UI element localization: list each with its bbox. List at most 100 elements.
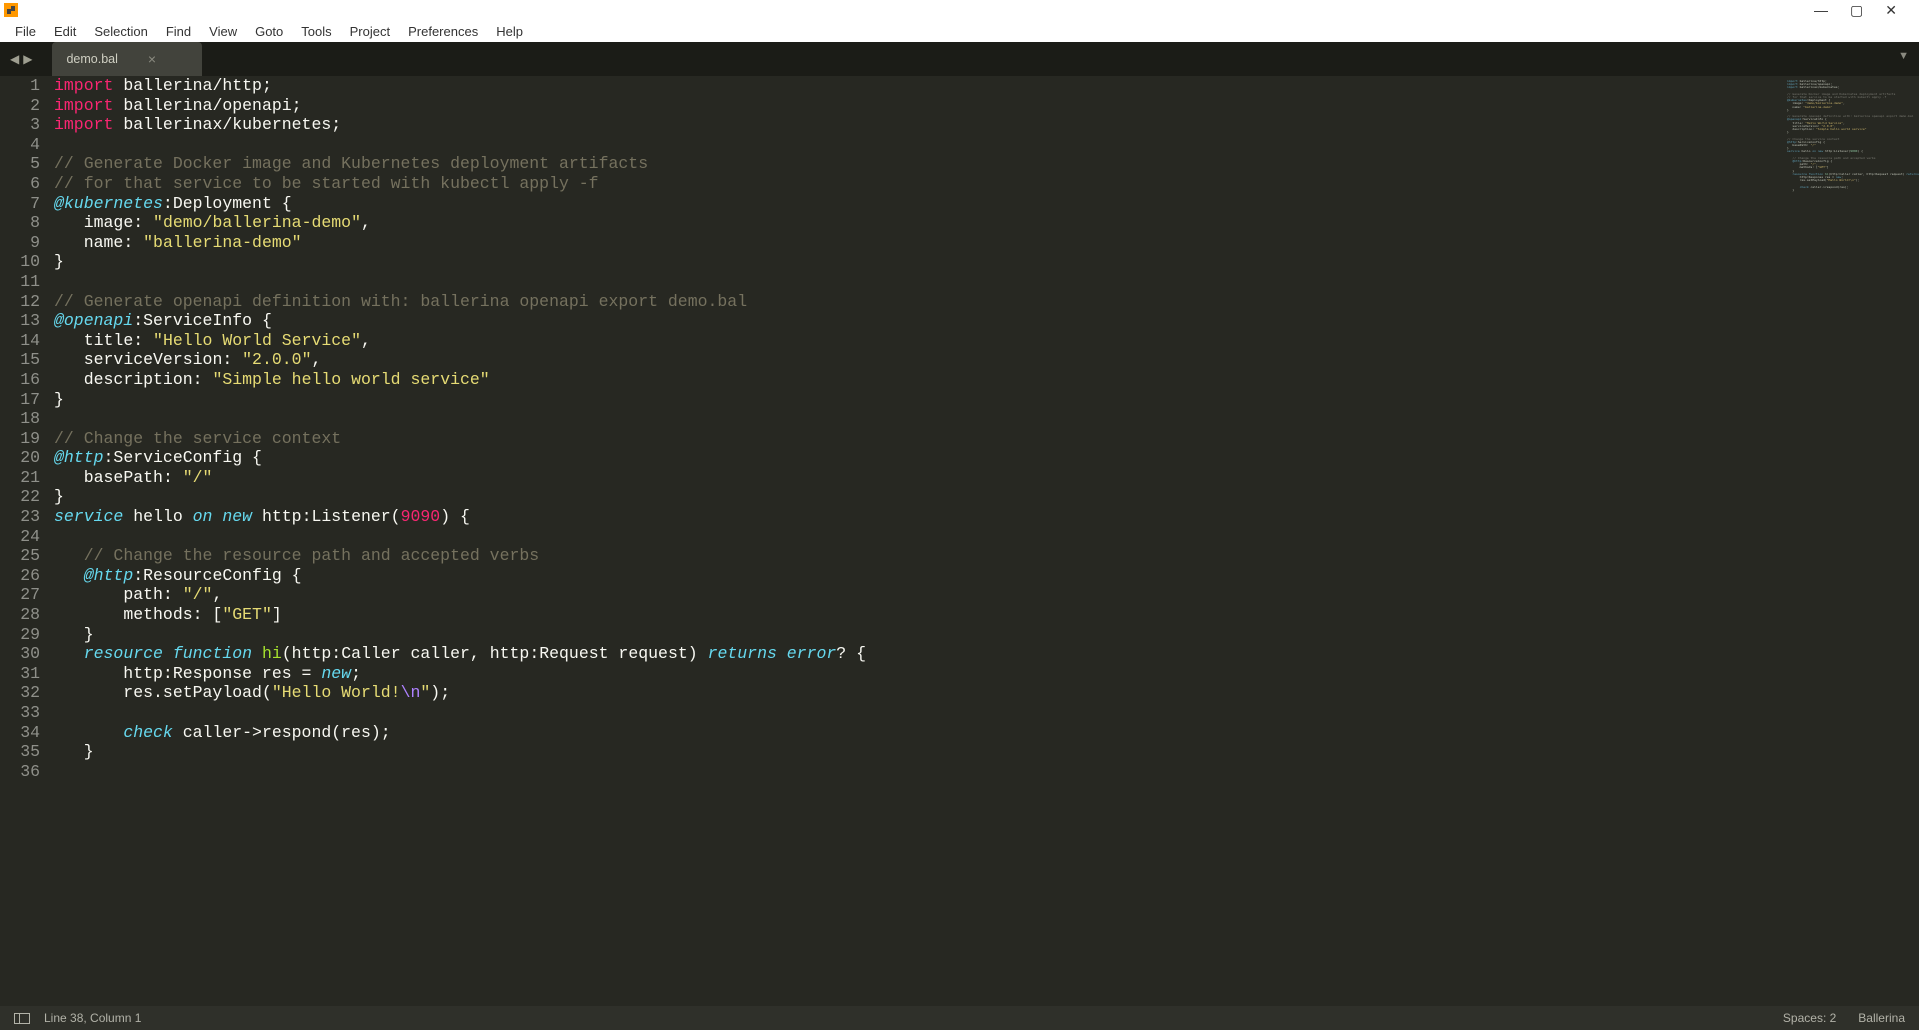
code-line[interactable]: // Change the service context: [54, 429, 1776, 449]
code-line[interactable]: [54, 272, 1776, 292]
line-number: 28: [0, 605, 40, 625]
menu-edit[interactable]: Edit: [45, 22, 85, 41]
line-number: 18: [0, 409, 40, 429]
code-line[interactable]: service hello on new http:Listener(9090)…: [54, 507, 1776, 527]
line-number: 31: [0, 664, 40, 684]
code-line[interactable]: import ballerinax/kubernetes;: [54, 115, 1776, 135]
app-logo-icon: [4, 3, 18, 17]
status-indentation[interactable]: Spaces: 2: [1783, 1011, 1836, 1025]
code-line[interactable]: basePath: "/": [54, 468, 1776, 488]
line-number: 26: [0, 566, 40, 586]
code-line[interactable]: methods: ["GET"]: [54, 605, 1776, 625]
status-bar: Line 38, Column 1 Spaces: 2 Ballerina: [0, 1006, 1919, 1030]
code-line[interactable]: // for that service to be started with k…: [54, 174, 1776, 194]
code-line[interactable]: [54, 703, 1776, 723]
code-line[interactable]: [54, 527, 1776, 547]
line-number: 25: [0, 546, 40, 566]
line-number: 11: [0, 272, 40, 292]
line-number: 34: [0, 723, 40, 743]
tab-demo-bal[interactable]: demo.bal ×: [52, 42, 202, 76]
line-number: 6: [0, 174, 40, 194]
menu-view[interactable]: View: [200, 22, 246, 41]
line-number: 9: [0, 233, 40, 253]
line-number: 10: [0, 252, 40, 272]
window-close-icon[interactable]: ✕: [1885, 3, 1897, 17]
line-number: 27: [0, 585, 40, 605]
minimap[interactable]: import ballerina/http;import ballerina/o…: [1784, 76, 1919, 1006]
code-line[interactable]: // Generate openapi definition with: bal…: [54, 292, 1776, 312]
code-line[interactable]: http:Response res = new;: [54, 664, 1776, 684]
code-line[interactable]: description: "Simple hello world service…: [54, 370, 1776, 390]
tab-history-forward-icon[interactable]: ▶: [23, 52, 32, 66]
code-line[interactable]: @kubernetes:Deployment {: [54, 194, 1776, 214]
code-line[interactable]: @http:ServiceConfig {: [54, 448, 1776, 468]
line-number: 35: [0, 742, 40, 762]
code-line[interactable]: res.setPayload("Hello World!\n");: [54, 683, 1776, 703]
tab-label: demo.bal: [66, 52, 117, 66]
code-line[interactable]: check caller->respond(res);: [54, 723, 1776, 743]
line-number: 16: [0, 370, 40, 390]
code-line[interactable]: [54, 409, 1776, 429]
line-number: 5: [0, 154, 40, 174]
line-number: 21: [0, 468, 40, 488]
tab-strip: ◀ ▶ demo.bal × ▼: [0, 42, 1919, 76]
menu-selection[interactable]: Selection: [85, 22, 156, 41]
line-number: 17: [0, 390, 40, 410]
line-number: 14: [0, 331, 40, 351]
code-line[interactable]: }: [54, 625, 1776, 645]
menu-bar: FileEditSelectionFindViewGotoToolsProjec…: [0, 20, 1919, 42]
menu-preferences[interactable]: Preferences: [399, 22, 487, 41]
status-cursor-position[interactable]: Line 38, Column 1: [44, 1011, 141, 1025]
code-line[interactable]: }: [54, 487, 1776, 507]
code-line[interactable]: image: "demo/ballerina-demo",: [54, 213, 1776, 233]
editor-area[interactable]: 1234567891011121314151617181920212223242…: [0, 76, 1919, 1006]
line-number: 24: [0, 527, 40, 547]
line-number: 1: [0, 76, 40, 96]
menu-find[interactable]: Find: [157, 22, 200, 41]
status-language[interactable]: Ballerina: [1858, 1011, 1905, 1025]
line-number: 12: [0, 292, 40, 312]
menu-file[interactable]: File: [6, 22, 45, 41]
code-line[interactable]: resource function hi(http:Caller caller,…: [54, 644, 1776, 664]
line-number: 22: [0, 487, 40, 507]
tab-close-icon[interactable]: ×: [148, 51, 156, 67]
menu-tools[interactable]: Tools: [292, 22, 340, 41]
menu-goto[interactable]: Goto: [246, 22, 292, 41]
line-number: 30: [0, 644, 40, 664]
tab-overflow-icon[interactable]: ▼: [1898, 50, 1909, 62]
line-number: 3: [0, 115, 40, 135]
line-number: 32: [0, 683, 40, 703]
window-titlebar: ― ▢ ✕: [0, 0, 1919, 20]
code-line[interactable]: // Generate Docker image and Kubernetes …: [54, 154, 1776, 174]
code-line[interactable]: @openapi:ServiceInfo {: [54, 311, 1776, 331]
line-number: 20: [0, 448, 40, 468]
code-line[interactable]: }: [54, 252, 1776, 272]
code-content[interactable]: import ballerina/http;import ballerina/o…: [54, 76, 1784, 1006]
menu-project[interactable]: Project: [341, 22, 399, 41]
code-line[interactable]: }: [54, 390, 1776, 410]
tab-history-back-icon[interactable]: ◀: [10, 52, 19, 66]
code-line[interactable]: import ballerina/http;: [54, 76, 1776, 96]
code-line[interactable]: serviceVersion: "2.0.0",: [54, 350, 1776, 370]
window-maximize-icon[interactable]: ▢: [1850, 3, 1863, 17]
menu-help[interactable]: Help: [487, 22, 532, 41]
panel-toggle-icon[interactable]: [14, 1013, 30, 1024]
line-number: 4: [0, 135, 40, 155]
code-line[interactable]: path: "/",: [54, 585, 1776, 605]
line-number: 33: [0, 703, 40, 723]
code-line[interactable]: [54, 762, 1776, 782]
code-line[interactable]: title: "Hello World Service",: [54, 331, 1776, 351]
code-line[interactable]: @http:ResourceConfig {: [54, 566, 1776, 586]
window-minimize-icon[interactable]: ―: [1814, 3, 1828, 17]
code-line[interactable]: import ballerina/openapi;: [54, 96, 1776, 116]
line-number: 19: [0, 429, 40, 449]
code-line[interactable]: name: "ballerina-demo": [54, 233, 1776, 253]
code-line[interactable]: }: [54, 742, 1776, 762]
code-line[interactable]: // Change the resource path and accepted…: [54, 546, 1776, 566]
line-number: 13: [0, 311, 40, 331]
code-line[interactable]: [54, 135, 1776, 155]
line-number: 2: [0, 96, 40, 116]
line-number: 29: [0, 625, 40, 645]
line-number: 7: [0, 194, 40, 214]
line-number: 8: [0, 213, 40, 233]
